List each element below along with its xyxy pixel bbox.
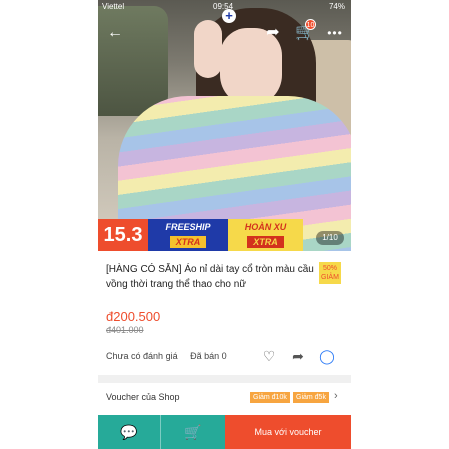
chat-icon[interactable]: 💬: [98, 415, 161, 449]
promo-date: 15.3: [98, 219, 148, 251]
share-icon[interactable]: ➦: [262, 22, 284, 44]
heart-icon[interactable]: ♡: [260, 347, 278, 365]
section-divider: [98, 375, 351, 383]
back-arrow-icon[interactable]: ←: [104, 22, 126, 44]
plus-icon: +: [222, 9, 236, 23]
battery-level: 74%: [328, 2, 345, 11]
buy-with-voucher-button[interactable]: Mua với voucher: [225, 415, 351, 449]
image-page-indicator: 1/10: [316, 231, 344, 245]
model-hand: [194, 20, 222, 78]
product-page: Viettel 09:54 74% ← ➦ 🛒 10 ••• 15.3 FREE…: [98, 0, 351, 449]
freeship-xtra-label: XTRA: [169, 236, 207, 248]
voucher-label: Voucher của Shop: [106, 392, 180, 402]
add-to-cart-icon[interactable]: 🛒: [161, 415, 225, 449]
voucher-tag: Giảm đ5k: [293, 392, 329, 403]
share-icon[interactable]: ➦: [289, 347, 307, 365]
bottom-action-bar: 💬 🛒 Mua với voucher: [98, 415, 351, 449]
original-price: đ401.000: [106, 325, 144, 335]
hoan-xu-xtra-badge: HOÀN XU XTRA: [228, 219, 303, 251]
freeship-xtra-badge: FREESHIP XTRA: [148, 219, 228, 251]
hoan-xu-label: HOÀN XU: [244, 222, 287, 232]
discount-badge: 50% GIẢM: [319, 262, 341, 284]
rating-summary: Chưa có đánh giá Đã bán 0: [106, 351, 227, 361]
voucher-tag: Giảm đ10k: [250, 392, 290, 403]
messenger-icon[interactable]: ◯: [318, 347, 336, 365]
product-price: đ200.500: [106, 309, 161, 324]
shop-voucher-row[interactable]: Voucher của Shop Giảm đ10k Giảm đ5k ›: [98, 383, 351, 411]
promo-banner: 15.3 FREESHIP XTRA HOÀN XU XTRA: [98, 219, 303, 251]
carrier-label: Viettel: [102, 2, 125, 11]
product-title: [HÀNG CÓ SẴN] Áo nỉ dài tay cổ tròn màu …: [106, 264, 314, 290]
hoan-xu-xtra-label: XTRA: [247, 236, 284, 248]
chevron-right-icon: ›: [334, 390, 338, 402]
cart-count-badge: 10: [305, 19, 316, 30]
sold-count: Đã bán 0: [190, 351, 227, 361]
more-icon[interactable]: •••: [324, 22, 346, 44]
freeship-label: FREESHIP: [165, 222, 211, 232]
rating-text: Chưa có đánh giá: [106, 351, 178, 361]
product-image[interactable]: Viettel 09:54 74% ← ➦ 🛒 10 ••• 15.3 FREE…: [98, 0, 351, 251]
